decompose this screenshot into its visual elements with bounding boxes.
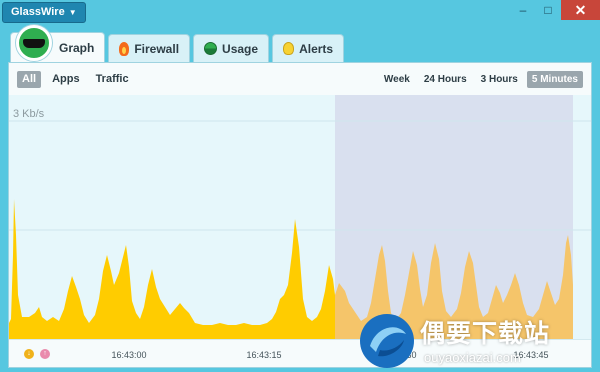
range-week[interactable]: Week bbox=[379, 71, 415, 88]
tab-alerts-label: Alerts bbox=[299, 41, 334, 56]
tab-graph[interactable]: Graph bbox=[10, 25, 106, 62]
caret-down-icon: ▼ bbox=[68, 8, 77, 17]
flame-icon bbox=[119, 41, 130, 56]
scale-label: 3 Kb/s bbox=[13, 108, 45, 120]
tab-alerts[interactable]: Alerts bbox=[272, 34, 345, 62]
title-bar: GlassWire ▼ – □ ✕ bbox=[0, 0, 600, 26]
selection-region[interactable] bbox=[335, 95, 573, 339]
watermark-logo-icon bbox=[360, 314, 414, 368]
tab-firewall-label: Firewall bbox=[134, 41, 180, 56]
close-button[interactable]: ✕ bbox=[561, 0, 600, 20]
filter-apps[interactable]: Apps bbox=[47, 71, 85, 88]
usage-icon bbox=[204, 42, 218, 55]
traffic-graph-svg bbox=[9, 95, 591, 339]
watermark: 偶要下载站 ouyaoxiazai.com bbox=[358, 312, 593, 370]
watermark-title: 偶要下载站 bbox=[420, 320, 551, 348]
tab-usage[interactable]: Usage bbox=[193, 34, 270, 62]
time-tick: 16:43:15 bbox=[246, 350, 282, 360]
tab-firewall[interactable]: Firewall bbox=[108, 34, 191, 62]
app-menu-button[interactable]: GlassWire ▼ bbox=[2, 2, 86, 23]
range-3-hours[interactable]: 3 Hours bbox=[476, 71, 523, 88]
app-title: GlassWire bbox=[11, 6, 65, 18]
tab-graph-label: Graph bbox=[59, 40, 95, 55]
event-upload-icon[interactable]: ↑ bbox=[40, 349, 50, 359]
range-5-minutes[interactable]: 5 Minutes bbox=[526, 71, 583, 88]
bulb-icon bbox=[283, 42, 295, 55]
filter-traffic[interactable]: Traffic bbox=[91, 71, 134, 88]
minimize-button[interactable]: – bbox=[515, 0, 531, 20]
glasswire-logo-icon bbox=[16, 25, 52, 61]
watermark-url: ouyaoxiazai.com bbox=[424, 350, 521, 365]
time-tick: 16:43:00 bbox=[111, 350, 147, 360]
filter-bar: All Apps Traffic bbox=[17, 71, 134, 88]
tab-usage-label: Usage bbox=[222, 41, 259, 56]
range-bar: Week 24 Hours 3 Hours 5 Minutes bbox=[379, 71, 583, 88]
range-24-hours[interactable]: 24 Hours bbox=[419, 71, 472, 88]
filter-all[interactable]: All bbox=[17, 71, 42, 88]
traffic-graph[interactable]: 3 Kb/s bbox=[9, 95, 591, 339]
maximize-button[interactable]: □ bbox=[540, 0, 556, 20]
event-download-icon[interactable]: ↓ bbox=[24, 349, 34, 359]
traffic-area bbox=[9, 199, 335, 339]
main-tabs: Graph Firewall Usage Alerts bbox=[10, 25, 345, 62]
